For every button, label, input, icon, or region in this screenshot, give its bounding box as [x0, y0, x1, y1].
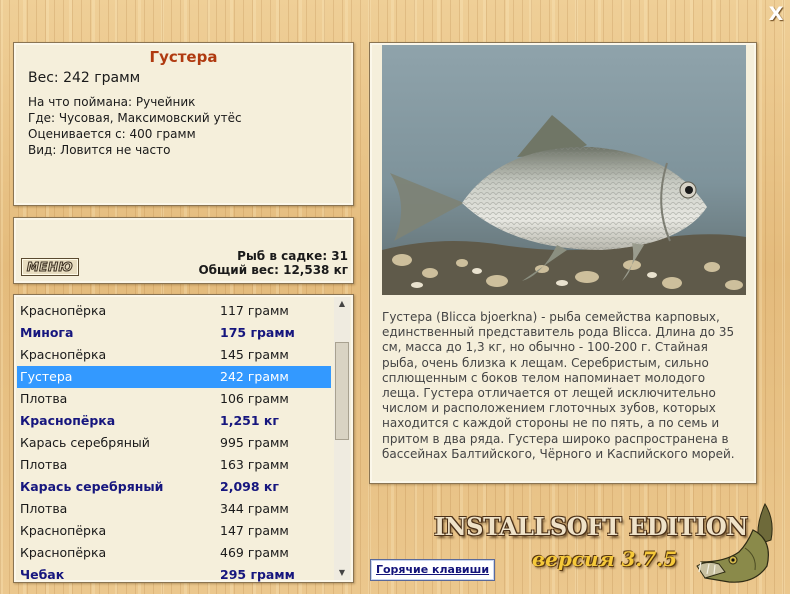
catch-row-weight: 145 грамм	[220, 347, 289, 362]
catch-row-name: Краснопёрка	[20, 413, 116, 428]
catch-list-row[interactable]: Плотва 344 грамм	[17, 498, 331, 520]
scroll-up-arrow-icon[interactable]: ▲	[334, 297, 350, 311]
close-button[interactable]: X	[766, 4, 786, 24]
catch-row-name: Краснопёрка	[20, 347, 107, 362]
catch-row-name: Плотва	[20, 501, 68, 516]
catch-list-row[interactable]: Карась серебряный 2,098 кг	[17, 476, 331, 498]
catch-list: Краснопёрка 117 грамм Минога 175 грамм Красн…	[13, 294, 354, 583]
catch-row-weight: 163 грамм	[220, 457, 289, 472]
catch-list-row[interactable]: Густера 242 грамм	[17, 366, 331, 388]
catch-list-row[interactable]: Минога 175 грамм	[17, 322, 331, 344]
catch-list-row[interactable]: Чебак 295 грамм	[17, 564, 331, 582]
catch-row-weight: 242 грамм	[220, 369, 289, 384]
catch-row-name: Плотва	[20, 457, 68, 472]
version-label: версия 3.7.5	[532, 547, 678, 571]
catch-row-weight: 1,251 кг	[220, 413, 279, 428]
catch-row-name: Карась серебряный	[20, 435, 150, 450]
catch-row-name: Краснопёрка	[20, 545, 107, 560]
fish-details-panel: Густера (Blicca bjoerkna) - рыба семейст…	[369, 42, 757, 484]
catch-row-weight: 469 грамм	[220, 545, 289, 560]
fish-title: Густера	[149, 48, 218, 66]
catch-list-row[interactable]: Краснопёрка 145 грамм	[17, 344, 331, 366]
bait-line: На что поймана: Ручейник	[28, 95, 196, 109]
catch-list-row[interactable]: Краснопёрка 469 грамм	[17, 542, 331, 564]
location-line: Где: Чусовая, Максимовский утёс	[28, 111, 242, 125]
fish-info-panel: Густера Вес: 242 грамм На что поймана: Р…	[13, 42, 354, 206]
catch-row-name: Чебак	[20, 567, 65, 582]
catch-row-name: Карась серебряный	[20, 479, 164, 494]
catch-list-row[interactable]: Плотва 106 грамм	[17, 388, 331, 410]
frequency-line: Вид: Ловится не часто	[28, 143, 171, 157]
catch-row-weight: 117 грамм	[220, 303, 289, 318]
catch-row-weight: 295 грамм	[220, 567, 295, 582]
catch-row-weight: 147 грамм	[220, 523, 289, 538]
catch-row-weight: 106 грамм	[220, 391, 289, 406]
fish-description: Густера (Blicca bjoerkna) - рыба семейст…	[382, 310, 735, 461]
fish-weight: Вес: 242 грамм	[28, 70, 141, 86]
pike-logo-icon	[696, 502, 773, 583]
catch-row-name: Краснопёрка	[20, 523, 107, 538]
catch-row-name: Краснопёрка	[20, 303, 107, 318]
catch-row-weight: 2,098 кг	[220, 479, 279, 494]
catch-row-weight: 344 грамм	[220, 501, 289, 516]
catch-row-name: Минога	[20, 325, 74, 340]
catch-list-row[interactable]: Карась серебряный 995 грамм	[17, 432, 331, 454]
fish-count: Рыб в садке: 31	[237, 249, 348, 263]
catch-list-row[interactable]: Краснопёрка 147 грамм	[17, 520, 331, 542]
catch-row-weight: 995 грамм	[220, 435, 289, 450]
scrollbar[interactable]: ▲ ▼	[334, 297, 350, 580]
total-weight: Общий вес: 12,538 кг	[198, 263, 348, 277]
menu-button[interactable]: МЕНЮ	[21, 258, 79, 276]
catch-list-row[interactable]: Краснопёрка 1,251 кг	[17, 410, 331, 432]
catch-row-name: Густера	[20, 369, 73, 384]
scroll-thumb[interactable]	[335, 342, 349, 440]
catch-row-name: Плотва	[20, 391, 68, 406]
valued-line: Оценивается с: 400 грамм	[28, 127, 196, 141]
hotkeys-button[interactable]: Горячие клавиши	[370, 559, 495, 581]
scroll-down-arrow-icon[interactable]: ▼	[334, 566, 350, 580]
catch-list-row[interactable]: Плотва 163 грамм	[17, 454, 331, 476]
catch-row-weight: 175 грамм	[220, 325, 295, 340]
keepnet-summary-panel: МЕНЮ Рыб в садке: 31 Общий вес: 12,538 к…	[13, 217, 354, 284]
fish-photo	[382, 45, 746, 295]
catch-list-row[interactable]: Краснопёрка 117 грамм	[17, 300, 331, 322]
